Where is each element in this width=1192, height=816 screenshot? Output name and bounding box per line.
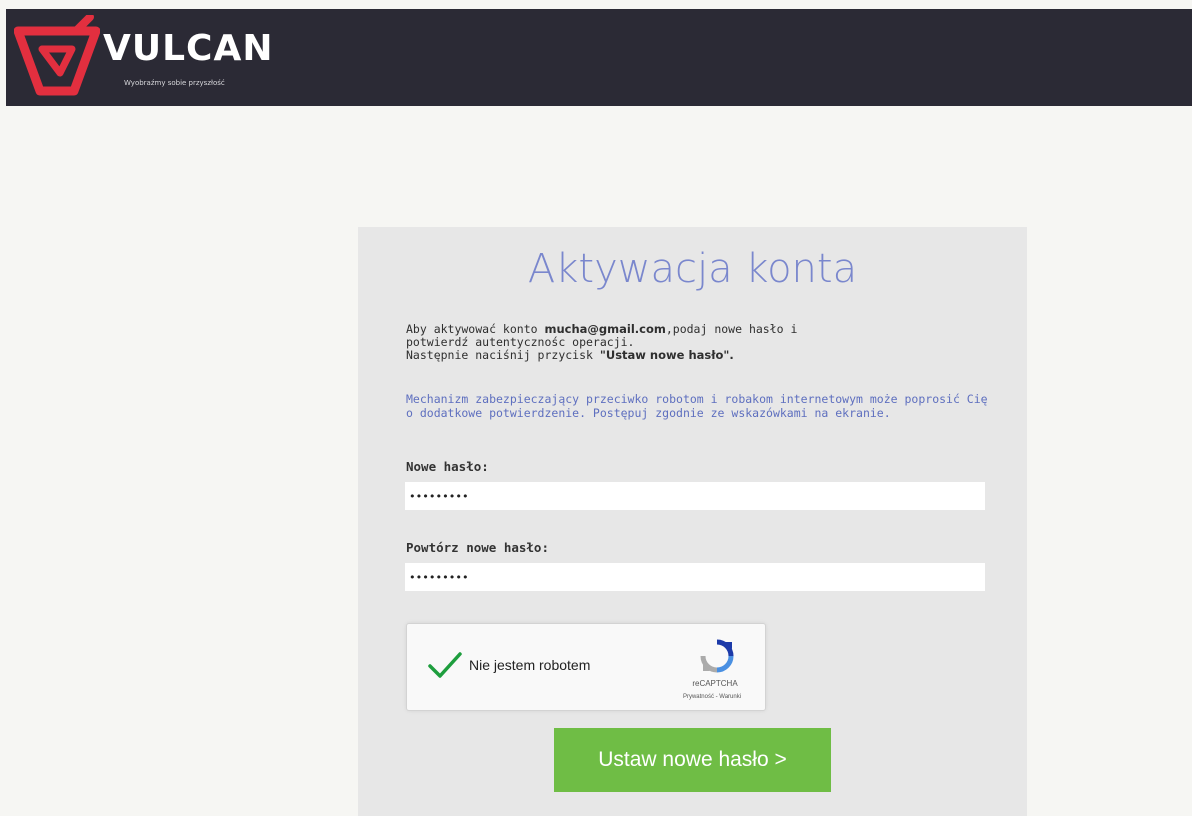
instructions-line-2: potwierdź autentycznośc operacji.	[406, 335, 635, 349]
instructions-suffix: ,podaj nowe hasło i	[665, 322, 798, 336]
page-title: Aktywacja konta	[527, 246, 858, 292]
vulcan-logo-icon[interactable]	[13, 13, 101, 105]
new-password-label: Nowe hasło:	[406, 459, 489, 474]
recaptcha-label: Nie jestem robotem	[469, 657, 591, 673]
new-password-field[interactable]	[405, 482, 985, 510]
instructions-text: Aby aktywować konto mucha@gmail.com,poda…	[406, 323, 996, 362]
brand-name: VULCAN	[103, 28, 274, 69]
activation-card: Aktywacja konta Aby aktywować konto much…	[358, 227, 1027, 816]
repeat-password-label: Powtórz nowe hasło:	[406, 540, 549, 555]
recaptcha-brand: reCAPTCHA	[692, 679, 738, 688]
repeat-password-field[interactable]	[405, 563, 985, 591]
recaptcha-logo-icon	[699, 638, 735, 678]
instructions-prefix: Aby aktywować konto	[406, 322, 545, 336]
instructions-line-3: Następnie naciśnij przycisk	[406, 348, 600, 362]
top-header-bar: VULCAN Wyobraźmy sobie przyszłość	[6, 9, 1192, 106]
captcha-notice: Mechanizm zabezpieczający przeciwko robo…	[406, 392, 988, 420]
recaptcha-widget[interactable]: Nie jestem robotem reCAPTCHA Prywatność …	[406, 623, 766, 711]
checkmark-icon[interactable]	[427, 650, 463, 684]
set-new-password-button[interactable]: Ustaw nowe hasło >	[554, 728, 831, 792]
account-email: mucha@gmail.com	[544, 322, 666, 336]
recaptcha-privacy-terms-links[interactable]: Prywatność - Warunki	[657, 694, 767, 700]
instructions-button-name: "Ustaw nowe hasło".	[599, 348, 734, 362]
brand-tagline: Wyobraźmy sobie przyszłość	[124, 79, 225, 87]
